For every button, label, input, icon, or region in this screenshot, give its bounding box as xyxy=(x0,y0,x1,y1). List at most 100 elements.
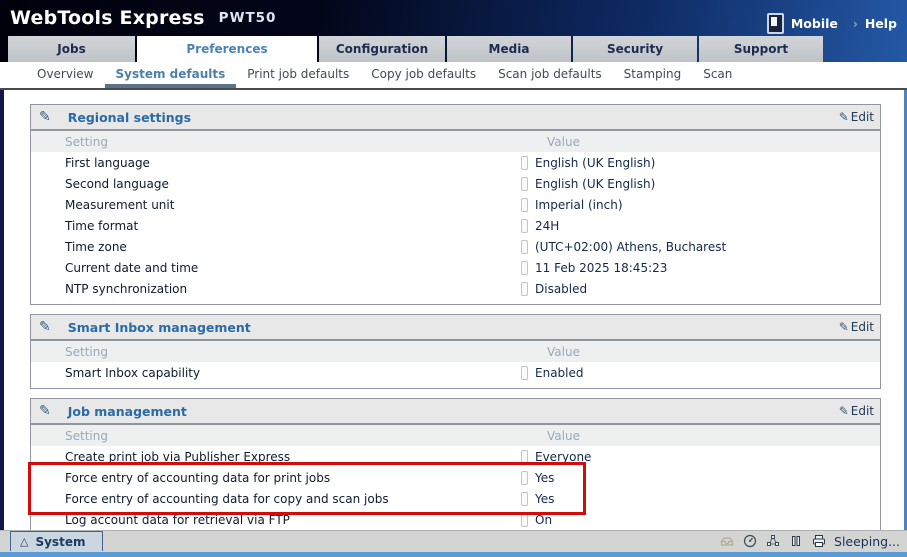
help-link[interactable]: Help xyxy=(865,16,897,31)
setting-label: Time zone xyxy=(31,240,127,254)
edit-button[interactable]: ✎ Edit xyxy=(839,105,874,129)
section-header: ✎ Smart Inbox management ✎ Edit xyxy=(31,315,880,341)
network-icon xyxy=(765,533,781,549)
subtab-system-defaults[interactable]: System defaults xyxy=(105,62,237,88)
section-header: ✎ Job management ✎ Edit xyxy=(31,399,880,425)
value-marker-icon xyxy=(521,282,528,296)
setting-value: On xyxy=(521,513,552,527)
pencil-icon: ✎ xyxy=(839,111,849,123)
table-row: Log account data for retrieval via FTP O… xyxy=(31,509,880,530)
preferences-subnav: Overview System defaults Print job defau… xyxy=(0,62,907,88)
bottom-blue-strip xyxy=(0,552,907,557)
value-marker-icon xyxy=(521,219,528,233)
tab-preferences[interactable]: Preferences xyxy=(137,36,317,62)
header-links: Mobile › Help xyxy=(767,13,897,34)
setting-value: Imperial (inch) xyxy=(521,198,623,212)
tab-configuration[interactable]: Configuration xyxy=(319,36,445,62)
setting-label: NTP synchronization xyxy=(31,282,187,296)
table-row: NTP synchronization Disabled xyxy=(31,278,880,299)
setting-value: Yes xyxy=(521,471,554,485)
system-tab-label: System xyxy=(35,535,85,549)
pause-icon xyxy=(788,533,804,549)
pencil-icon[interactable]: ✎ xyxy=(39,110,51,124)
value-marker-icon xyxy=(521,240,528,254)
webtools-express-window: WebTools Express PWT50 Mobile › Help Job… xyxy=(0,0,907,557)
setting-label: Second language xyxy=(31,177,169,191)
warning-triangle-icon: △ xyxy=(20,535,28,548)
pencil-icon[interactable]: ✎ xyxy=(39,404,51,418)
setting-value: Disabled xyxy=(521,282,587,296)
subtab-copy-job-defaults[interactable]: Copy job defaults xyxy=(360,62,487,88)
table-row: Create print job via Publisher Express E… xyxy=(31,446,880,467)
table-row: Second language English (UK English) xyxy=(31,173,880,194)
subtab-scan-job-defaults[interactable]: Scan job defaults xyxy=(487,62,613,88)
setting-label: Time format xyxy=(31,219,138,233)
main-tab-bar: Jobs Preferences Configuration Media Sec… xyxy=(8,36,823,62)
tab-jobs[interactable]: Jobs xyxy=(8,36,135,62)
printer-icon xyxy=(811,533,827,549)
section-job-management: ✎ Job management ✎ Edit Setting Value Cr… xyxy=(30,398,881,530)
printer-status-text: Sleeping... xyxy=(834,534,900,549)
setting-value: Everyone xyxy=(521,450,591,464)
edit-button[interactable]: ✎ Edit xyxy=(839,399,874,423)
value-marker-icon xyxy=(521,450,528,464)
gauge-icon xyxy=(742,533,758,549)
value-marker-icon xyxy=(521,156,528,170)
setting-label: Measurement unit xyxy=(31,198,174,212)
table-row: Time zone (UTC+02:00) Athens, Bucharest xyxy=(31,236,880,257)
section-title: Job management xyxy=(68,404,187,419)
column-setting: Setting xyxy=(31,345,108,359)
tab-support[interactable]: Support xyxy=(699,36,823,62)
section-smart-inbox-management: ✎ Smart Inbox management ✎ Edit Setting … xyxy=(30,314,881,389)
table-row-highlighted: Force entry of accounting data for print… xyxy=(31,467,880,488)
subtab-overview[interactable]: Overview xyxy=(26,62,105,88)
edit-label: Edit xyxy=(851,320,874,334)
edit-label: Edit xyxy=(851,110,874,124)
setting-value: 24H xyxy=(521,219,559,233)
column-value: Value xyxy=(547,135,580,149)
table-row: Smart Inbox capability Enabled xyxy=(31,362,880,383)
setting-label: Create print job via Publisher Express xyxy=(31,450,290,464)
value-marker-icon xyxy=(521,198,528,212)
section-title: Smart Inbox management xyxy=(68,320,251,335)
subtab-scan[interactable]: Scan xyxy=(692,62,743,88)
printer-model: PWT50 xyxy=(219,10,277,26)
tab-security[interactable]: Security xyxy=(573,36,697,62)
tab-media[interactable]: Media xyxy=(447,36,571,62)
pencil-icon[interactable]: ✎ xyxy=(39,320,51,334)
setting-value: Enabled xyxy=(521,366,584,380)
app-title: WebTools Express xyxy=(10,7,205,29)
setting-label: Force entry of accounting data for copy … xyxy=(31,492,389,506)
setting-value: (UTC+02:00) Athens, Bucharest xyxy=(521,240,726,254)
system-defaults-content: ✎ Regional settings ✎ Edit Setting Value… xyxy=(4,90,904,531)
setting-label: Current date and time xyxy=(31,261,198,275)
value-marker-icon xyxy=(521,492,528,506)
pencil-icon: ✎ xyxy=(839,405,849,417)
value-marker-icon xyxy=(521,471,528,485)
setting-label: First language xyxy=(31,156,150,170)
mobile-link[interactable]: Mobile xyxy=(791,16,838,31)
section-title: Regional settings xyxy=(68,110,191,125)
value-marker-icon xyxy=(521,177,528,191)
value-marker-icon xyxy=(521,366,528,380)
subtab-print-job-defaults[interactable]: Print job defaults xyxy=(236,62,360,88)
value-marker-icon xyxy=(521,513,528,527)
setting-value: English (UK English) xyxy=(521,177,655,191)
table-row: Current date and time 11 Feb 2025 18:45:… xyxy=(31,257,880,278)
edit-button[interactable]: ✎ Edit xyxy=(839,315,874,339)
column-setting: Setting xyxy=(31,429,108,443)
chevron-right-icon: › xyxy=(853,17,858,31)
system-status-tab[interactable]: △ System xyxy=(10,531,103,551)
subtab-stamping[interactable]: Stamping xyxy=(613,62,693,88)
table-row: First language English (UK English) xyxy=(31,152,880,173)
app-header: WebTools Express PWT50 Mobile › Help Job… xyxy=(0,0,907,62)
column-value: Value xyxy=(547,429,580,443)
setting-value: Yes xyxy=(521,492,554,506)
column-value: Value xyxy=(547,345,580,359)
column-header-row: Setting Value xyxy=(31,341,880,362)
edit-label: Edit xyxy=(851,404,874,418)
setting-label: Log account data for retrieval via FTP xyxy=(31,513,290,527)
pencil-icon: ✎ xyxy=(839,321,849,333)
value-marker-icon xyxy=(521,261,528,275)
mobile-device-icon[interactable] xyxy=(767,13,784,34)
